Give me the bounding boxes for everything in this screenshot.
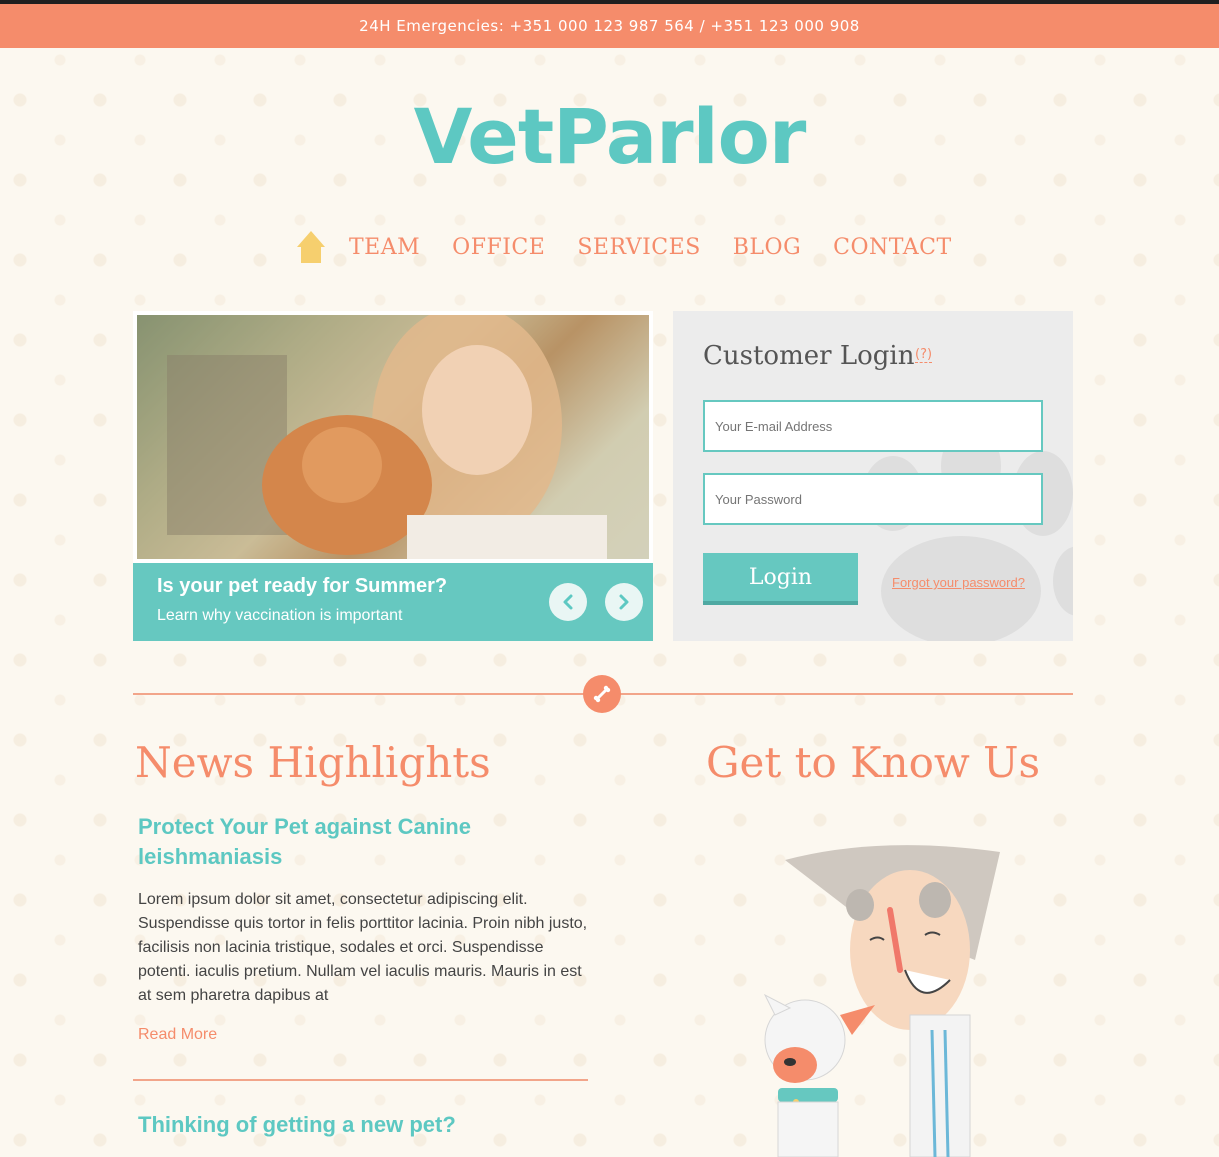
chevron-right-icon[interactable] — [605, 583, 643, 621]
article-divider — [133, 1079, 588, 1081]
read-more-link[interactable]: Read More — [138, 1026, 217, 1044]
login-help-link[interactable]: (?) — [915, 347, 933, 363]
slide-image — [133, 311, 653, 563]
about-heading: Get to Know Us — [706, 738, 1041, 787]
nav-item-team[interactable]: TEAM — [349, 235, 420, 260]
article-title[interactable]: Protect Your Pet against Canine leishman… — [138, 812, 588, 872]
nav-item-blog[interactable]: BLOG — [733, 235, 801, 260]
forgot-password-link[interactable]: Forgot your password? — [892, 575, 1025, 590]
article-excerpt: Lorem ipsum dolor sit amet, consectetur … — [138, 891, 588, 1004]
slide-title: Is your pet ready for Summer? — [157, 575, 448, 597]
nav-item-services[interactable]: SERVICES — [577, 235, 700, 260]
article-title[interactable]: Thinking of getting a new pet? — [138, 1110, 588, 1140]
customer-login-panel: Customer Login (?) Login Forgot your pas… — [673, 311, 1073, 641]
hero-slider: Is your pet ready for Summer? Learn why … — [133, 311, 653, 641]
paw-toe-decoration — [1053, 546, 1073, 616]
chevron-left-icon[interactable] — [549, 583, 587, 621]
emergency-bar: 24H Emergencies: +351 000 123 987 564 / … — [0, 4, 1219, 48]
site-logo[interactable]: VetParlor — [0, 92, 1219, 181]
login-button[interactable]: Login — [703, 553, 858, 605]
home-icon[interactable] — [295, 229, 327, 265]
vet-illustration — [760, 840, 1020, 1157]
nav-item-contact[interactable]: CONTACT — [833, 235, 951, 260]
slide-subtitle: Learn why vaccination is important — [157, 607, 403, 624]
password-field[interactable] — [703, 473, 1043, 525]
news-heading: News Highlights — [135, 738, 491, 787]
main-nav: TEAM OFFICE SERVICES BLOG CONTACT — [295, 222, 984, 272]
login-title: Customer Login — [703, 341, 915, 371]
bone-icon — [583, 675, 621, 713]
nav-item-office[interactable]: OFFICE — [452, 235, 545, 260]
slide-caption: Is your pet ready for Summer? Learn why … — [133, 563, 653, 641]
emergency-text: 24H Emergencies: +351 000 123 987 564 / … — [359, 17, 860, 35]
email-field[interactable] — [703, 400, 1043, 452]
